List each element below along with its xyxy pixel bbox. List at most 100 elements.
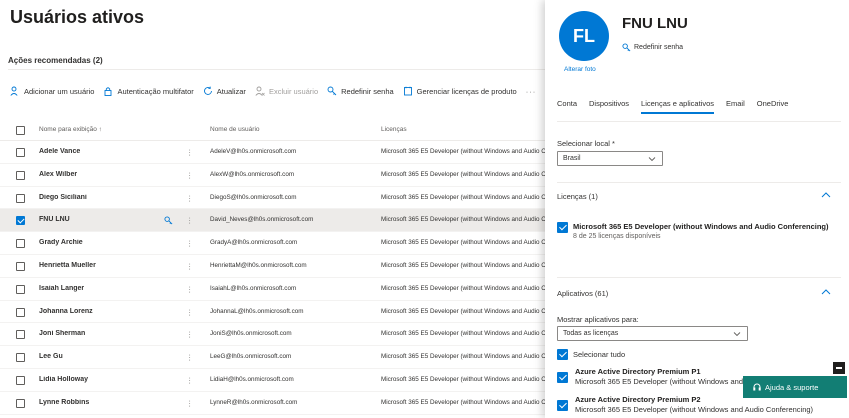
user-display-name[interactable]: FNU LNU bbox=[39, 216, 169, 223]
app-license-source: Microsoft 365 E5 Developer (without Wind… bbox=[575, 405, 814, 414]
change-photo-link[interactable]: Alterar foto bbox=[564, 66, 596, 73]
recommended-actions-label[interactable]: Ações recomendadas (2) bbox=[8, 56, 103, 65]
help-support-label: Ajuda & suporte bbox=[765, 382, 819, 392]
more-options-icon[interactable]: ⋮ bbox=[186, 148, 196, 157]
show-apps-dropdown[interactable]: Todas as licenças bbox=[557, 326, 748, 341]
table-row[interactable]: Henrietta Mueller ⋮ HenriettaM@lh0s.onmi… bbox=[0, 255, 545, 278]
user-principal-name: IsaiahL@lh0s.onmicrosoft.com bbox=[210, 284, 297, 292]
more-options-icon[interactable]: ⋮ bbox=[186, 171, 196, 180]
select-all-checkbox[interactable] bbox=[16, 126, 25, 137]
table-row-selected[interactable]: FNU LNU ⋮ David_Neves@lh0s.onmicrosoft.c… bbox=[0, 209, 545, 233]
row-checkbox[interactable] bbox=[16, 216, 25, 227]
column-header-licenses[interactable]: Licenças bbox=[381, 126, 545, 133]
row-checkbox[interactable] bbox=[16, 330, 25, 341]
user-display-name[interactable]: Alex Wilber bbox=[39, 171, 169, 178]
help-support-button[interactable]: Ajuda & suporte bbox=[743, 376, 847, 398]
user-licenses: Microsoft 365 E5 Developer (without Wind… bbox=[381, 375, 545, 383]
mfa-button[interactable]: Autenticação multifator bbox=[103, 86, 194, 96]
help-minimize-button[interactable] bbox=[833, 362, 845, 374]
delete-user-label: Excluir usuário bbox=[268, 86, 319, 96]
row-checkbox[interactable] bbox=[16, 193, 25, 205]
user-display-name[interactable]: Lidia Holloway bbox=[39, 376, 169, 383]
row-checkbox[interactable] bbox=[16, 148, 25, 159]
apps-section-header[interactable]: Aplicativos (61) bbox=[557, 289, 608, 298]
table-row[interactable]: Isaiah Langer ⋮ IsaiahL@lh0s.onmicrosoft… bbox=[0, 278, 545, 301]
delete-user-button[interactable]: Excluir usuário bbox=[255, 86, 318, 96]
license-name: Microsoft 365 E5 Developer (without Wind… bbox=[573, 222, 829, 231]
panel-reset-password-label: Redefinir senha bbox=[634, 44, 684, 51]
column-header-username[interactable]: Nome de usuário bbox=[210, 126, 370, 133]
user-licenses: Microsoft 365 E5 Developer (without Wind… bbox=[381, 193, 545, 201]
tab-email[interactable]: Email bbox=[726, 99, 745, 113]
row-checkbox[interactable] bbox=[16, 307, 25, 319]
user-display-name[interactable]: Joni Sherman bbox=[39, 330, 169, 337]
table-row[interactable]: Johanna Lorenz ⋮ JohannaL@lh0s.onmicroso… bbox=[0, 301, 545, 324]
license-checkbox[interactable] bbox=[557, 222, 568, 233]
chevron-down-icon bbox=[648, 157, 656, 162]
more-options-icon[interactable]: ⋮ bbox=[186, 194, 196, 203]
more-options-icon[interactable]: ⋮ bbox=[186, 262, 196, 271]
chevron-down-icon bbox=[733, 332, 741, 337]
app-checkbox[interactable] bbox=[557, 372, 568, 383]
row-checkbox[interactable] bbox=[16, 239, 25, 250]
column-header-display-name[interactable]: Nome para exibição ↑ bbox=[39, 126, 169, 133]
table-row[interactable]: Joni Sherman ⋮ JoniS@lh0s.onmicrosoft.co… bbox=[0, 323, 545, 347]
tab-devices[interactable]: Dispositivos bbox=[589, 99, 629, 113]
manage-licenses-button[interactable]: Gerenciar licenças de produto bbox=[403, 86, 517, 96]
more-options-icon[interactable]: ⋮ bbox=[186, 330, 196, 339]
user-principal-name: DiegoS@lh0s.onmicrosoft.com bbox=[210, 193, 297, 201]
page-title: Usuários ativos bbox=[10, 7, 145, 27]
user-principal-name: David_Neves@lh0s.onmicrosoft.com bbox=[210, 216, 314, 224]
remove-person-icon bbox=[255, 86, 265, 96]
table-row[interactable]: Lidia Holloway ⋮ LidiaH@lh0s.onmicrosoft… bbox=[0, 369, 545, 392]
more-options-icon[interactable]: ⋮ bbox=[186, 239, 196, 248]
panel-reset-password-link[interactable]: Redefinir senha bbox=[622, 43, 683, 52]
user-display-name[interactable]: Lynne Robbins bbox=[39, 399, 169, 406]
table-row[interactable]: Lynne Robbins ⋮ LynneR@lh0s.onmicrosoft.… bbox=[0, 392, 545, 415]
user-display-name[interactable]: Johanna Lorenz bbox=[39, 308, 169, 315]
user-principal-name: JoniS@lh0s.onmicrosoft.com bbox=[210, 330, 292, 338]
user-display-name[interactable]: Lee Gu bbox=[39, 353, 169, 360]
add-user-button[interactable]: Adicionar um usuário bbox=[10, 86, 94, 96]
row-checkbox[interactable] bbox=[16, 375, 25, 387]
user-display-name[interactable]: Henrietta Mueller bbox=[39, 262, 169, 269]
row-checkbox[interactable] bbox=[16, 398, 25, 410]
more-actions-button[interactable]: ··· bbox=[526, 87, 537, 96]
key-icon bbox=[622, 43, 631, 52]
row-checkbox[interactable] bbox=[16, 284, 25, 296]
table-row[interactable]: Lee Gu ⋮ LeeG@lh0s.onmicrosoft.com Micro… bbox=[0, 346, 545, 369]
more-options-icon[interactable]: ⋮ bbox=[186, 376, 196, 385]
licenses-section-header[interactable]: Licenças (1) bbox=[557, 192, 598, 201]
more-options-icon[interactable]: ⋮ bbox=[186, 399, 196, 408]
row-checkbox[interactable] bbox=[16, 170, 25, 182]
select-all-apps-checkbox[interactable] bbox=[557, 349, 568, 360]
chevron-up-icon[interactable] bbox=[821, 288, 831, 296]
tab-onedrive[interactable]: OneDrive bbox=[757, 99, 789, 113]
table-row[interactable]: Grady Archie ⋮ GradyA@lh0s.onmicrosoft.c… bbox=[0, 232, 545, 255]
more-options-icon[interactable]: ⋮ bbox=[186, 308, 196, 317]
location-dropdown[interactable]: Brasil bbox=[557, 151, 663, 166]
table-row[interactable]: Diego Siciliani ⋮ DiegoS@lh0s.onmicrosof… bbox=[0, 187, 545, 210]
table-row[interactable]: Alex Wilber ⋮ AlexW@lh0s.onmicrosoft.com… bbox=[0, 164, 545, 187]
table-row[interactable]: Adele Vance ⋮ AdeleV@lh0s.onmicrosoft.co… bbox=[0, 141, 545, 164]
more-options-icon[interactable]: ⋮ bbox=[186, 353, 196, 362]
user-display-name[interactable]: Diego Siciliani bbox=[39, 194, 169, 201]
user-display-name[interactable]: Grady Archie bbox=[39, 239, 169, 246]
reset-password-key-icon[interactable] bbox=[164, 216, 176, 227]
row-checkbox[interactable] bbox=[16, 353, 25, 364]
refresh-icon bbox=[203, 86, 212, 95]
section-divider bbox=[557, 277, 841, 278]
tab-licenses-apps[interactable]: Licenças e aplicativos bbox=[641, 99, 714, 114]
app-checkbox[interactable] bbox=[557, 400, 568, 411]
refresh-label: Atualizar bbox=[216, 86, 246, 96]
more-options-icon[interactable]: ⋮ bbox=[186, 285, 196, 294]
tabs-divider bbox=[557, 121, 841, 122]
row-checkbox[interactable] bbox=[16, 261, 25, 273]
user-display-name[interactable]: Adele Vance bbox=[39, 148, 169, 155]
more-options-icon[interactable]: ⋮ bbox=[186, 216, 196, 225]
chevron-up-icon[interactable] bbox=[821, 191, 831, 199]
refresh-button[interactable]: Atualizar bbox=[203, 86, 246, 96]
reset-password-button[interactable]: Redefinir senha bbox=[327, 86, 394, 96]
tab-account[interactable]: Conta bbox=[557, 99, 577, 113]
user-display-name[interactable]: Isaiah Langer bbox=[39, 285, 169, 292]
